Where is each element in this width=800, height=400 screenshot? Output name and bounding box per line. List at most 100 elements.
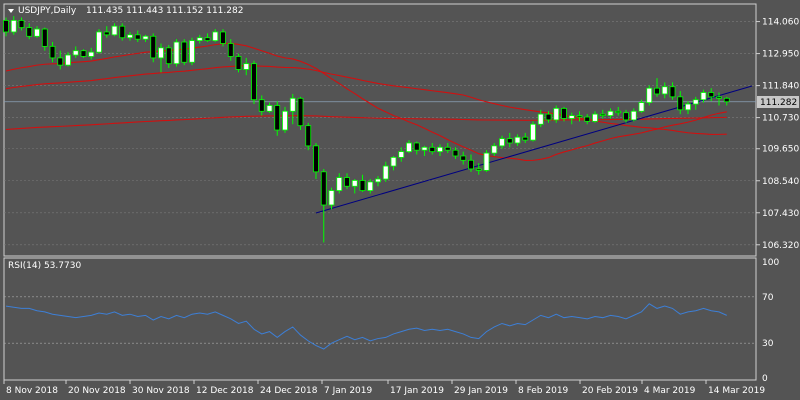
candle-body — [444, 146, 451, 151]
rsi-line — [5, 303, 727, 350]
price-tick-label: 109.650 — [762, 145, 799, 155]
candle-body — [506, 138, 513, 144]
price-grid — [4, 21, 756, 246]
candle-body — [607, 110, 614, 116]
candle-body — [173, 41, 180, 65]
candle-body — [65, 54, 71, 66]
candle-body — [406, 142, 412, 153]
rsi-grid — [4, 296, 756, 344]
candle-body — [491, 145, 498, 154]
date-label: 17 Jan 2019 — [390, 386, 444, 396]
candle-body — [26, 27, 33, 37]
candle-body — [692, 99, 699, 105]
date-label: 20 Nov 2018 — [68, 386, 126, 396]
candle-body — [41, 28, 48, 47]
candle-body — [127, 34, 133, 39]
candle-body — [336, 177, 343, 191]
rsi-tick-label: 70 — [762, 293, 774, 303]
candle-body — [530, 123, 536, 141]
date-label: 30 Nov 2018 — [132, 386, 190, 396]
candle-body — [189, 40, 195, 63]
symbol-label: USDJPY,Daily — [18, 6, 77, 16]
candle-body — [623, 112, 629, 121]
price-tick-label: 108.540 — [762, 177, 799, 187]
candle-body — [413, 142, 420, 151]
chart-menu-icon[interactable] — [8, 9, 14, 13]
date-label: 7 Jan 2019 — [324, 386, 372, 396]
candle-body — [10, 20, 17, 33]
date-label: 8 Feb 2019 — [518, 386, 569, 396]
candle-body — [398, 151, 405, 158]
date-label: 24 Dec 2018 — [260, 386, 318, 396]
candle-body — [630, 110, 637, 121]
rsi-series — [5, 303, 727, 350]
candle-body — [568, 115, 575, 119]
candle-body — [468, 159, 474, 170]
candle-body — [553, 107, 560, 121]
candle-body — [452, 149, 459, 157]
rsi-panel — [3, 257, 757, 381]
candle-body — [158, 47, 164, 59]
candle-body — [685, 103, 691, 111]
ma-slow-line — [5, 115, 727, 131]
candle-body — [282, 110, 288, 131]
price-tick-label: 114.060 — [762, 18, 799, 28]
candle-body — [243, 63, 250, 70]
candle-body — [382, 165, 389, 180]
candle-body — [460, 155, 467, 161]
candle-body — [545, 113, 552, 121]
candle-body — [72, 50, 79, 56]
date-label: 14 Mar 2019 — [708, 386, 765, 396]
candle-body — [165, 47, 172, 65]
candle-body — [592, 113, 598, 122]
candle-body — [251, 63, 257, 101]
candle-body — [584, 116, 591, 122]
ohlc-values: 111.435 111.443 111.152 111.282 — [86, 6, 243, 16]
rsi-tick-label: 100 — [762, 258, 779, 268]
price-tick-label: 110.730 — [762, 114, 799, 124]
candle-body — [359, 180, 366, 191]
date-label: 20 Feb 2019 — [582, 386, 638, 396]
candle-body — [196, 37, 203, 42]
candle-body — [34, 28, 40, 37]
candle-body — [475, 168, 482, 171]
price-tick-label: 106.320 — [762, 241, 799, 251]
candle-body — [305, 125, 312, 147]
price-tick-label: 111.840 — [762, 82, 799, 92]
candle-body — [204, 37, 211, 42]
candle-body — [297, 97, 304, 127]
candle-body — [103, 31, 110, 36]
candle-body — [3, 20, 9, 33]
candle-body — [561, 107, 567, 119]
rsi-tick-label: 30 — [762, 339, 774, 349]
candle-body — [49, 45, 56, 59]
candle-body — [181, 41, 188, 63]
rsi-axis: 100 70 30 0 — [762, 258, 779, 384]
ma-medium-line — [5, 65, 727, 135]
date-label: 29 Jan 2019 — [454, 386, 508, 396]
candle-body — [142, 35, 149, 40]
candle-body — [421, 146, 428, 151]
candle-body — [599, 113, 606, 116]
candle-body — [708, 92, 715, 98]
candle-body — [18, 20, 25, 29]
candle-body — [289, 97, 296, 112]
candle-body — [429, 146, 436, 153]
candles — [3, 16, 730, 243]
candle-body — [669, 86, 676, 98]
chart-svg: USDJPY,Daily 111.435 111.443 111.152 111… — [3, 3, 799, 396]
candle-body — [80, 50, 87, 57]
candle-body — [661, 86, 668, 95]
candle-body — [522, 136, 529, 141]
candle-body — [638, 102, 645, 112]
candle-body — [677, 96, 684, 111]
candle-body — [700, 92, 707, 101]
candle-body — [134, 34, 141, 40]
candle-body — [615, 110, 622, 114]
candle-body — [320, 171, 327, 206]
date-label: 8 Nov 2018 — [6, 386, 58, 396]
candle-body — [328, 190, 335, 206]
candle-body — [274, 105, 281, 131]
candle-body — [266, 105, 273, 112]
candle-body — [646, 87, 653, 104]
